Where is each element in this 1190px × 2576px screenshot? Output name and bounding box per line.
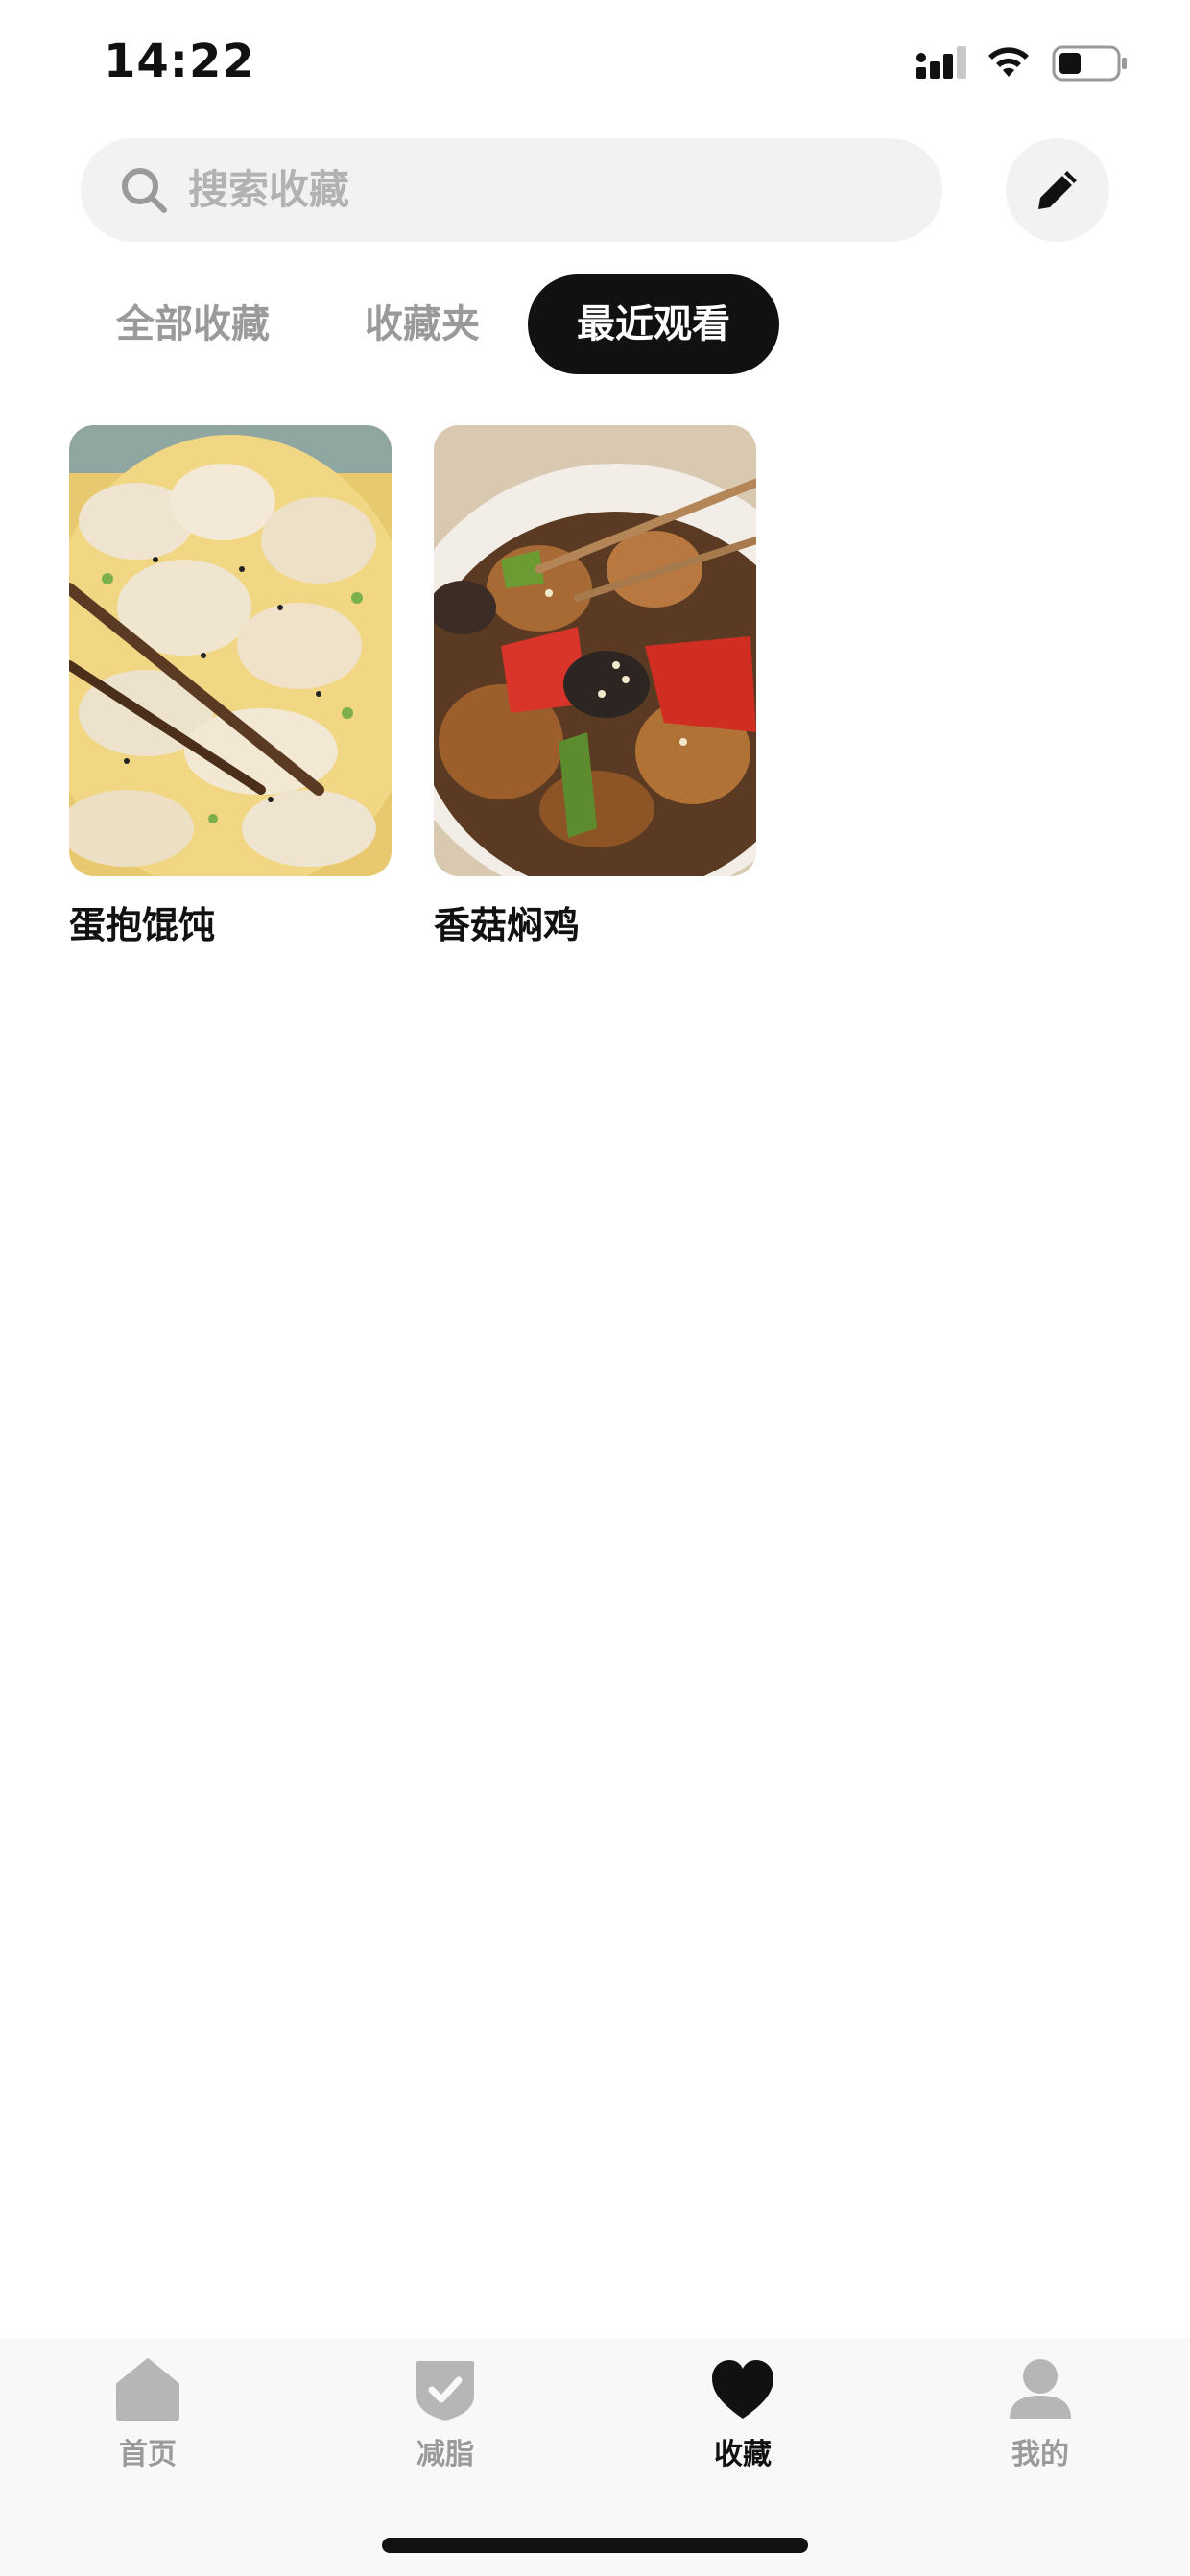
heart-icon [712,2360,774,2419]
nav-home[interactable]: 首页 [52,2357,244,2501]
favorites-tabs: 全部收藏 收藏夹 最近观看 [0,274,1190,376]
braised-chicken-image[interactable] [434,425,756,876]
search-input[interactable]: 搜索收藏 [81,138,942,242]
wifi-icon [988,47,1029,77]
nav-profile[interactable]: 我的 [944,2357,1136,2501]
tab-recently-viewed[interactable]: 最近观看 [528,274,779,374]
recipe-card[interactable]: 香菇焖鸡 [434,425,756,949]
user-icon [1010,2359,1071,2419]
wontons-with-egg-image[interactable] [69,425,392,876]
favorites-page: 14:22 搜索收藏 全部收藏 收藏夹 最近观看 蛋抱馄饨 香菇焖鸡 首页 减脂… [0,0,1190,2576]
home-icon [116,2358,179,2421]
nav-home-label: 首页 [119,2438,177,2471]
edit-button[interactable] [1006,138,1109,242]
status-time: 14:22 [104,35,255,88]
recipe-card[interactable]: 蛋抱馄饨 [69,425,392,949]
battery-icon [1052,45,1127,82]
nav-fat-loss-label: 减脂 [416,2438,474,2471]
search-icon [122,168,167,213]
home-indicator[interactable] [382,2538,808,2553]
recipe-title: 蛋抱馄饨 [69,904,216,946]
nav-fat-loss[interactable]: 减脂 [349,2357,541,2501]
pencil-icon [1038,171,1077,209]
search-placeholder: 搜索收藏 [188,166,350,213]
cellular-signal-icon [916,46,966,79]
tab-all-favorites[interactable]: 全部收藏 [96,274,290,374]
nav-favorites[interactable]: 收藏 [647,2357,839,2501]
status-bar: 14:22 [0,0,1190,130]
recipe-title: 香菇焖鸡 [434,904,581,946]
nav-profile-label: 我的 [1012,2438,1069,2471]
tab-folders[interactable]: 收藏夹 [345,274,499,374]
nav-favorites-label: 收藏 [714,2438,772,2471]
shield-check-icon [416,2361,474,2421]
